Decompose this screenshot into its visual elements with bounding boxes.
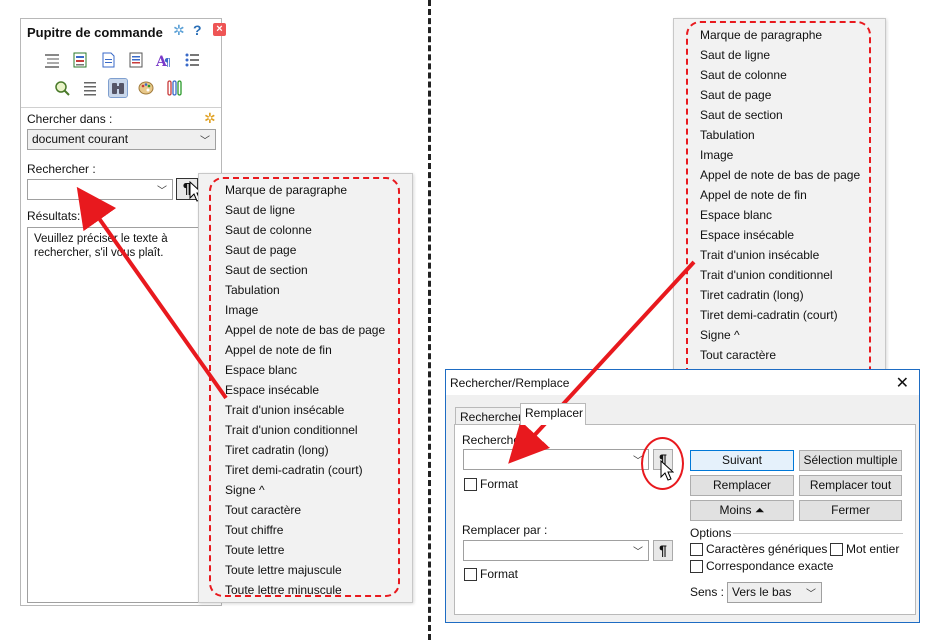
arrow-left — [76, 186, 228, 400]
annotation-arrows — [76, 186, 696, 464]
tab-remplacer[interactable]: Remplacer — [520, 403, 586, 425]
